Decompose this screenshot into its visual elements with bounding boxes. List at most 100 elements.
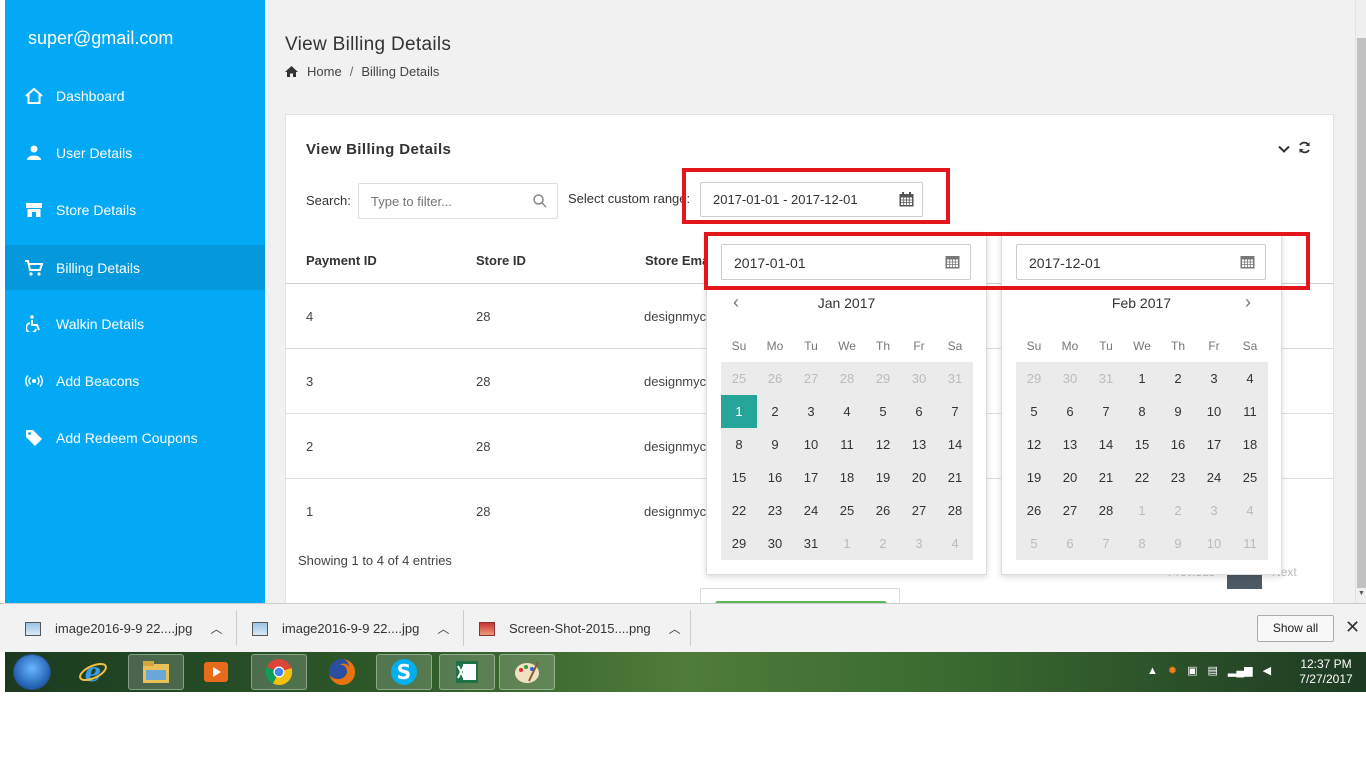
calendar-day[interactable]: 3: [793, 395, 829, 428]
calendar-day[interactable]: 2: [865, 527, 901, 560]
download-item[interactable]: Screen-Shot-2015....png ︿: [479, 604, 681, 653]
calendar-day[interactable]: 26: [865, 494, 901, 527]
explorer-icon[interactable]: [128, 654, 184, 690]
calendar-day[interactable]: 15: [1124, 428, 1160, 461]
paint-icon[interactable]: [499, 654, 555, 690]
calendar-day[interactable]: 1: [721, 395, 757, 428]
column-header-store-id[interactable]: Store ID: [476, 253, 526, 268]
download-item[interactable]: image2016-9-9 22....jpg ︿: [252, 604, 449, 653]
calendar-day[interactable]: 29: [1016, 362, 1052, 395]
search-input[interactable]: [359, 184, 519, 218]
calendar-day[interactable]: 31: [1088, 362, 1124, 395]
sidebar-item-user-details[interactable]: User Details: [5, 130, 265, 175]
chevron-up-icon[interactable]: ︿: [669, 620, 681, 637]
calendar-day[interactable]: 24: [793, 494, 829, 527]
sidebar-item-billing-details[interactable]: Billing Details: [5, 245, 265, 290]
calendar-day[interactable]: 30: [1052, 362, 1088, 395]
calendar-day[interactable]: 26: [757, 362, 793, 395]
calendar-day[interactable]: 8: [721, 428, 757, 461]
calendar-day[interactable]: 22: [721, 494, 757, 527]
firefox-icon[interactable]: [314, 654, 370, 690]
calendar-day[interactable]: 18: [829, 461, 865, 494]
calendar-day[interactable]: 27: [1052, 494, 1088, 527]
sidebar-item-add-redeem-coupons[interactable]: Add Redeem Coupons: [5, 415, 265, 460]
calendar-day[interactable]: 20: [1052, 461, 1088, 494]
calendar-day[interactable]: 8: [1124, 395, 1160, 428]
calendar-day[interactable]: 19: [1016, 461, 1052, 494]
calendar-day[interactable]: 16: [757, 461, 793, 494]
calendar-day[interactable]: 30: [901, 362, 937, 395]
search-icon[interactable]: [533, 194, 547, 213]
column-header-store-email[interactable]: Store Ema: [645, 253, 709, 268]
download-item[interactable]: image2016-9-9 22....jpg ︿: [25, 604, 222, 653]
calendar-day[interactable]: 9: [1160, 527, 1196, 560]
breadcrumb-home-link[interactable]: Home: [307, 64, 342, 79]
calendar-day[interactable]: 11: [1232, 395, 1268, 428]
calendar-day[interactable]: 3: [1196, 494, 1232, 527]
calendar-day[interactable]: 17: [793, 461, 829, 494]
calendar-day[interactable]: 10: [793, 428, 829, 461]
calendar-day[interactable]: 24: [1196, 461, 1232, 494]
calendar-day[interactable]: 8: [1124, 527, 1160, 560]
column-header-payment-id[interactable]: Payment ID: [306, 253, 377, 268]
calendar-day[interactable]: 9: [1160, 395, 1196, 428]
calendar-day[interactable]: 25: [721, 362, 757, 395]
calendar-day[interactable]: 18: [1232, 428, 1268, 461]
calendar-day[interactable]: 31: [937, 362, 973, 395]
scroll-down-icon[interactable]: ▼: [1358, 590, 1365, 597]
calendar-day[interactable]: 28: [829, 362, 865, 395]
calendar-day[interactable]: 7: [1088, 527, 1124, 560]
calendar-day[interactable]: 7: [1088, 395, 1124, 428]
calendar-day[interactable]: 6: [1052, 527, 1088, 560]
show-all-button[interactable]: Show all: [1257, 615, 1334, 642]
chevron-up-icon[interactable]: ︿: [210, 620, 222, 637]
ie-icon[interactable]: e: [65, 654, 121, 690]
calendar-day[interactable]: 5: [865, 395, 901, 428]
calendar-day[interactable]: 9: [757, 428, 793, 461]
calendar-day[interactable]: 6: [1052, 395, 1088, 428]
calendar-day[interactable]: 25: [829, 494, 865, 527]
start-button[interactable]: [13, 654, 51, 690]
calendar-day[interactable]: 28: [937, 494, 973, 527]
calendar-day[interactable]: 21: [937, 461, 973, 494]
skype-icon[interactable]: S: [376, 654, 432, 690]
calendar-day[interactable]: 30: [757, 527, 793, 560]
calendar-day[interactable]: 28: [1088, 494, 1124, 527]
system-clock[interactable]: 12:37 PM 7/27/2017: [1291, 657, 1361, 687]
calendar-day[interactable]: 31: [793, 527, 829, 560]
calendar-day[interactable]: 4: [1232, 362, 1268, 395]
calendar-day[interactable]: 19: [865, 461, 901, 494]
calendar-day[interactable]: 6: [901, 395, 937, 428]
volume-muted-icon[interactable]: ◀: [1263, 664, 1271, 677]
calendar-day[interactable]: 16: [1160, 428, 1196, 461]
calendar-day[interactable]: 10: [1196, 527, 1232, 560]
excel-icon[interactable]: [439, 654, 495, 690]
calendar-day[interactable]: 2: [757, 395, 793, 428]
calendar-day[interactable]: 2: [1160, 362, 1196, 395]
calendar-day[interactable]: 1: [1124, 362, 1160, 395]
signal-icon[interactable]: ▂▄▆: [1228, 664, 1253, 677]
show-hidden-icons-icon[interactable]: ▲: [1147, 665, 1158, 677]
calendar-day[interactable]: 11: [829, 428, 865, 461]
chrome-icon[interactable]: [251, 654, 307, 690]
calendar-day[interactable]: 14: [1088, 428, 1124, 461]
device-icon[interactable]: ▤: [1208, 664, 1218, 677]
calendar-day[interactable]: 3: [901, 527, 937, 560]
scrollbar-thumb[interactable]: [1357, 38, 1366, 588]
calendar-day[interactable]: 1: [1124, 494, 1160, 527]
chevron-up-icon[interactable]: ︿: [437, 620, 449, 637]
calendar-day[interactable]: 13: [1052, 428, 1088, 461]
vertical-scrollbar[interactable]: ▼: [1355, 0, 1366, 603]
chevron-down-icon[interactable]: [1278, 141, 1290, 157]
sidebar-item-store-details[interactable]: Store Details: [5, 187, 265, 232]
calendar-day[interactable]: 22: [1124, 461, 1160, 494]
calendar-day[interactable]: 5: [1016, 395, 1052, 428]
calendar-day[interactable]: 7: [937, 395, 973, 428]
calendar-day[interactable]: 23: [757, 494, 793, 527]
avast-icon[interactable]: ✹: [1168, 664, 1177, 677]
calendar-day[interactable]: 3: [1196, 362, 1232, 395]
calendar-day[interactable]: 12: [865, 428, 901, 461]
calendar-day[interactable]: 29: [865, 362, 901, 395]
sidebar-item-dashboard[interactable]: Dashboard: [5, 73, 265, 118]
calendar-day[interactable]: 17: [1196, 428, 1232, 461]
